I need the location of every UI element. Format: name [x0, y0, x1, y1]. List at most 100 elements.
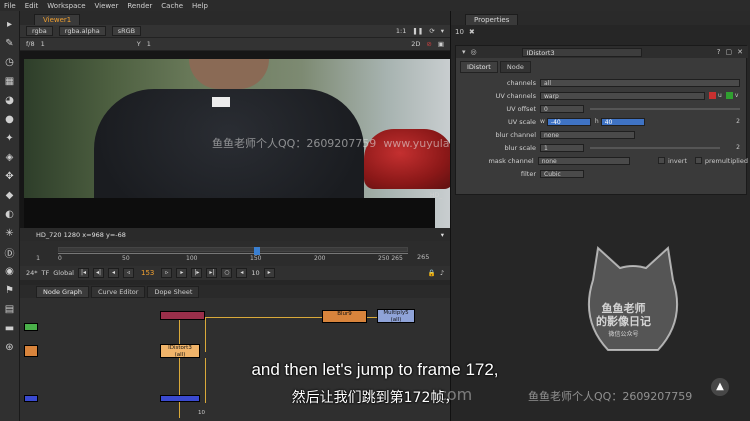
- step-forward-button[interactable]: ▹: [161, 268, 173, 278]
- uv-scale-count[interactable]: 2: [736, 118, 748, 125]
- close-icon[interactable]: ✕: [737, 48, 748, 56]
- current-frame-field[interactable]: 153: [138, 269, 157, 277]
- prev-keyframe-button[interactable]: ◂|: [93, 268, 104, 278]
- help-icon[interactable]: ?: [717, 48, 721, 56]
- uv-scale-w-field[interactable]: -40: [546, 117, 591, 126]
- zoom-dropdown[interactable]: 1:1: [396, 27, 406, 35]
- channels-dropdown[interactable]: rgba: [26, 26, 53, 36]
- step-field[interactable]: 10: [251, 269, 259, 277]
- scroll-up-button[interactable]: ▲: [711, 378, 729, 396]
- frame-field[interactable]: 1: [41, 40, 45, 48]
- options-icon[interactable]: ▾: [441, 27, 450, 35]
- merge-icon[interactable]: ◈: [4, 150, 16, 164]
- audio-icon[interactable]: ♪: [440, 269, 450, 277]
- premultiplied-checkbox[interactable]: [695, 157, 702, 164]
- blur-scale-slider[interactable]: [590, 146, 720, 149]
- tab-curve-editor[interactable]: Curve Editor: [90, 285, 146, 298]
- info-dropdown-icon[interactable]: ▾: [441, 231, 450, 239]
- uv-offset-field[interactable]: 0: [540, 104, 584, 113]
- filter-icon[interactable]: ●: [4, 112, 16, 126]
- menu-cache[interactable]: Cache: [161, 2, 183, 10]
- uv-scale-h-field[interactable]: 40: [600, 117, 645, 126]
- tab-node[interactable]: Node: [499, 61, 531, 73]
- channel-icon[interactable]: ▦: [4, 74, 16, 88]
- menu-help[interactable]: Help: [192, 2, 208, 10]
- filter-select[interactable]: Cubic: [540, 169, 584, 178]
- node-green[interactable]: [24, 323, 38, 331]
- furnace-icon[interactable]: ▬: [4, 321, 16, 335]
- blur-scale-count[interactable]: 2: [736, 144, 748, 151]
- loop-button[interactable]: ○: [221, 268, 233, 278]
- playhead[interactable]: [254, 247, 260, 255]
- clip-warning-icon[interactable]: ⊘: [426, 40, 431, 48]
- pause-icon[interactable]: ❚❚: [412, 27, 423, 35]
- transform-icon[interactable]: ✥: [4, 169, 16, 183]
- tab-idistort[interactable]: IDistort: [460, 61, 498, 73]
- tab-viewer1[interactable]: Viewer1: [34, 14, 81, 25]
- fps-dropdown[interactable]: 24*: [26, 269, 38, 277]
- uv-channels-select[interactable]: warp: [540, 91, 705, 100]
- center-icon[interactable]: ◎: [471, 48, 477, 56]
- tab-properties[interactable]: Properties: [465, 14, 519, 25]
- alpha-dropdown[interactable]: rgba.alpha: [58, 26, 106, 36]
- node-orange[interactable]: [24, 345, 38, 357]
- max-panels-field[interactable]: 10: [455, 28, 464, 36]
- node-name-field[interactable]: IDistort3: [521, 47, 642, 57]
- toolsets-icon[interactable]: ⚑: [4, 283, 16, 297]
- blur-channel-select[interactable]: none: [540, 130, 635, 139]
- view-mode-dropdown[interactable]: 2D: [411, 40, 420, 48]
- float-icon[interactable]: ▢: [726, 48, 733, 56]
- color-icon[interactable]: ◕: [4, 93, 16, 107]
- channels-select[interactable]: all: [540, 78, 740, 87]
- start-frame[interactable]: 1: [36, 254, 40, 262]
- tab-dope-sheet[interactable]: Dope Sheet: [147, 285, 200, 298]
- skip-back-button[interactable]: ◂: [236, 268, 248, 278]
- other-icon[interactable]: ▤: [4, 302, 16, 316]
- views-icon[interactable]: ◐: [4, 207, 16, 221]
- next-keyframe-button[interactable]: |▸: [191, 268, 203, 278]
- blur-scale-field[interactable]: 1: [540, 143, 584, 152]
- overlay-icon[interactable]: ▣: [438, 40, 450, 48]
- invert-checkbox[interactable]: [658, 157, 665, 164]
- node-blur[interactable]: Blur9: [322, 310, 367, 323]
- keyer-icon[interactable]: ✦: [4, 131, 16, 145]
- deep-icon[interactable]: Ⓓ: [4, 245, 16, 260]
- clear-panels-icon[interactable]: ✖: [469, 28, 475, 36]
- 3d-icon[interactable]: ◆: [4, 188, 16, 202]
- fstop-value[interactable]: f/8: [26, 40, 35, 48]
- mask-channel-select[interactable]: none: [537, 156, 631, 165]
- particles-icon[interactable]: ✳: [4, 226, 16, 240]
- time-icon[interactable]: ◷: [4, 55, 16, 69]
- end-frame[interactable]: 265: [417, 253, 429, 261]
- menu-edit[interactable]: Edit: [25, 2, 39, 10]
- metadata-icon[interactable]: ◉: [4, 264, 16, 278]
- menu-file[interactable]: File: [4, 2, 16, 10]
- menu-workspace[interactable]: Workspace: [47, 2, 85, 10]
- collapse-icon[interactable]: ▾: [462, 48, 466, 56]
- v-checkbox[interactable]: [725, 92, 733, 99]
- node-merge[interactable]: [160, 311, 205, 320]
- play-backward-button[interactable]: ◂: [108, 268, 119, 278]
- gizmo-icon[interactable]: ⊛: [4, 340, 16, 354]
- timeline[interactable]: 1 0 50 100 150 200 250 265 265: [20, 241, 450, 266]
- menu-render[interactable]: Render: [127, 2, 152, 10]
- global-dropdown[interactable]: Global: [53, 269, 74, 277]
- play-forward-button[interactable]: ▸: [176, 268, 188, 278]
- node-idistort[interactable]: IDistort3 (all): [160, 344, 200, 358]
- node-multiply[interactable]: Multiply5 (all): [377, 309, 415, 323]
- go-to-start-button[interactable]: |◂: [78, 268, 89, 278]
- paint-icon[interactable]: ✎: [4, 36, 16, 50]
- refresh-icon[interactable]: ⟳: [429, 27, 434, 35]
- pointer-icon[interactable]: ▸: [4, 17, 16, 31]
- go-to-end-button[interactable]: ▸|: [206, 268, 218, 278]
- skip-forward-button[interactable]: ▸: [263, 268, 275, 278]
- uv-offset-slider[interactable]: [590, 107, 740, 110]
- u-checkbox[interactable]: [709, 92, 716, 99]
- tf-dropdown[interactable]: TF: [42, 269, 50, 277]
- lock-icon[interactable]: 🔒: [428, 269, 436, 277]
- y-value[interactable]: 1: [147, 40, 151, 48]
- menu-viewer[interactable]: Viewer: [95, 2, 119, 10]
- colorspace-dropdown[interactable]: sRGB: [111, 26, 142, 36]
- tab-node-graph[interactable]: Node Graph: [36, 285, 89, 298]
- step-back-button[interactable]: ◃: [123, 268, 134, 278]
